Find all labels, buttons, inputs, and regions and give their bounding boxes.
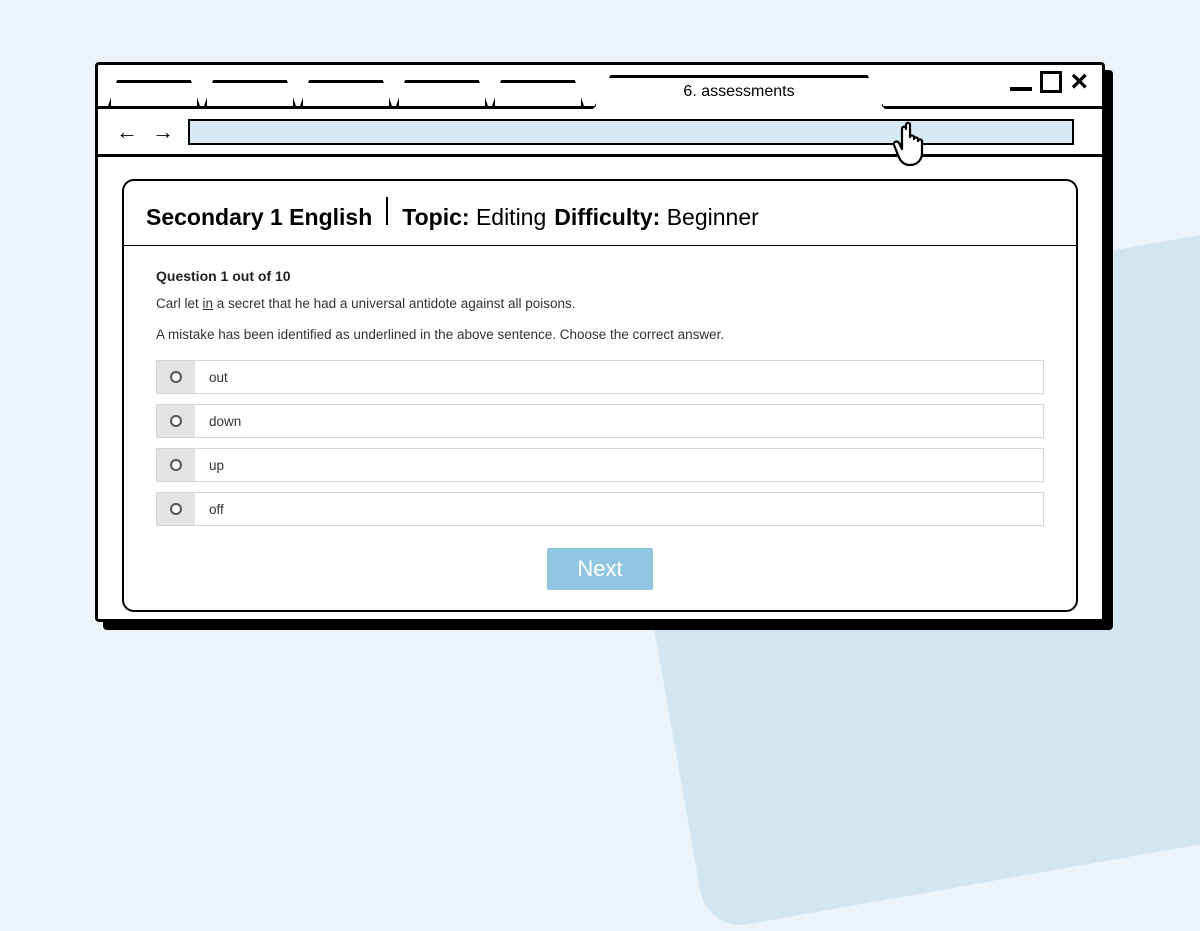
- card-header: Secondary 1 English Topic: Editing Diffi…: [124, 181, 1076, 246]
- tab-inactive[interactable]: [300, 80, 392, 106]
- tab-inactive[interactable]: [492, 80, 584, 106]
- option-label: up: [195, 449, 1043, 481]
- tab-strip: 6. assessments ×: [98, 65, 1102, 109]
- difficulty-label: Difficulty:: [554, 204, 660, 231]
- next-button[interactable]: Next: [547, 548, 652, 590]
- sentence-pre: Carl let: [156, 296, 203, 311]
- options-list: out down up: [156, 360, 1044, 526]
- radio-icon: [170, 459, 182, 471]
- option-row[interactable]: out: [156, 360, 1044, 394]
- header-divider: [386, 197, 388, 225]
- course-title: Secondary 1 English: [146, 204, 372, 231]
- sentence-post: a secret that he had a universal antidot…: [213, 296, 575, 311]
- radio-icon: [170, 503, 182, 515]
- option-label: out: [195, 361, 1043, 393]
- card-body: Question 1 out of 10 Carl let in a secre…: [124, 246, 1076, 610]
- question-sentence: Carl let in a secret that he had a unive…: [156, 296, 1044, 311]
- tab-inactive[interactable]: [108, 80, 200, 106]
- radio-icon: [170, 371, 182, 383]
- tab-inactive[interactable]: [204, 80, 296, 106]
- assessment-card: Secondary 1 English Topic: Editing Diffi…: [122, 179, 1078, 612]
- close-icon[interactable]: ×: [1070, 71, 1088, 93]
- question-instruction: A mistake has been identified as underli…: [156, 327, 1044, 342]
- address-bar-row: ← →: [98, 109, 1102, 157]
- option-radio-cell: [157, 449, 195, 481]
- tab-active[interactable]: 6. assessments: [593, 75, 885, 109]
- browser-window: 6. assessments × ← → Secondary 1 English…: [95, 62, 1105, 622]
- difficulty-value: Beginner: [667, 204, 759, 231]
- minimize-icon[interactable]: [1010, 87, 1032, 91]
- next-row: Next: [156, 548, 1044, 590]
- tab-active-label: 6. assessments: [683, 83, 794, 101]
- maximize-icon[interactable]: [1040, 71, 1062, 93]
- url-input[interactable]: [188, 119, 1074, 145]
- option-row[interactable]: off: [156, 492, 1044, 526]
- option-label: off: [195, 493, 1043, 525]
- sentence-mistake: in: [203, 296, 214, 311]
- option-radio-cell: [157, 493, 195, 525]
- option-radio-cell: [157, 405, 195, 437]
- option-label: down: [195, 405, 1043, 437]
- back-icon[interactable]: ←: [116, 119, 138, 145]
- window-controls: ×: [1010, 71, 1088, 93]
- question-progress: Question 1 out of 10: [156, 268, 1044, 284]
- tab-inactive[interactable]: [396, 80, 488, 106]
- option-radio-cell: [157, 361, 195, 393]
- radio-icon: [170, 415, 182, 427]
- option-row[interactable]: up: [156, 448, 1044, 482]
- option-row[interactable]: down: [156, 404, 1044, 438]
- forward-icon[interactable]: →: [152, 119, 174, 145]
- topic-value: Editing: [476, 204, 546, 231]
- topic-label: Topic:: [402, 204, 469, 231]
- tab-active-wrap: 6. assessments: [593, 75, 885, 109]
